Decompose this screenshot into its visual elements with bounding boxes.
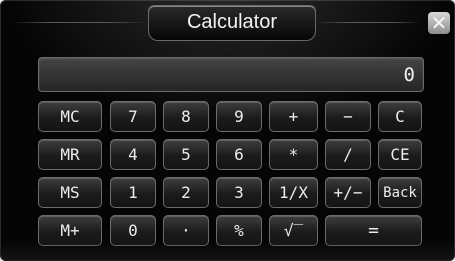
clear-button[interactable]: C xyxy=(378,101,422,132)
footer-glow xyxy=(0,241,455,261)
reciprocal-button[interactable]: 1/X xyxy=(269,177,318,208)
minus-button[interactable]: − xyxy=(325,101,371,132)
key-3-button[interactable]: 3 xyxy=(216,177,262,208)
keypad: MC 7 8 9 + − C MR 4 5 6 * / CE MS 1 2 3 … xyxy=(0,0,455,261)
key-1-button[interactable]: 1 xyxy=(110,177,156,208)
ms-button[interactable]: MS xyxy=(38,177,102,208)
mc-button[interactable]: MC xyxy=(38,101,102,132)
key-7-button[interactable]: 7 xyxy=(110,101,156,132)
key-2-button[interactable]: 2 xyxy=(163,177,209,208)
key-9-button[interactable]: 9 xyxy=(216,101,262,132)
divide-button[interactable]: / xyxy=(325,139,371,170)
key-5-button[interactable]: 5 xyxy=(163,139,209,170)
key-6-button[interactable]: 6 xyxy=(216,139,262,170)
multiply-button[interactable]: * xyxy=(269,139,318,170)
key-4-button[interactable]: 4 xyxy=(110,139,156,170)
key-8-button[interactable]: 8 xyxy=(163,101,209,132)
plus-button[interactable]: + xyxy=(269,101,318,132)
mr-button[interactable]: MR xyxy=(38,139,102,170)
sign-toggle-button[interactable]: +/− xyxy=(325,177,371,208)
clear-entry-button[interactable]: CE xyxy=(378,139,422,170)
calculator-window: Calculator ✕ 0 MC 7 8 9 + − C MR 4 5 6 *… xyxy=(0,0,455,261)
backspace-button[interactable]: Back xyxy=(378,177,422,208)
